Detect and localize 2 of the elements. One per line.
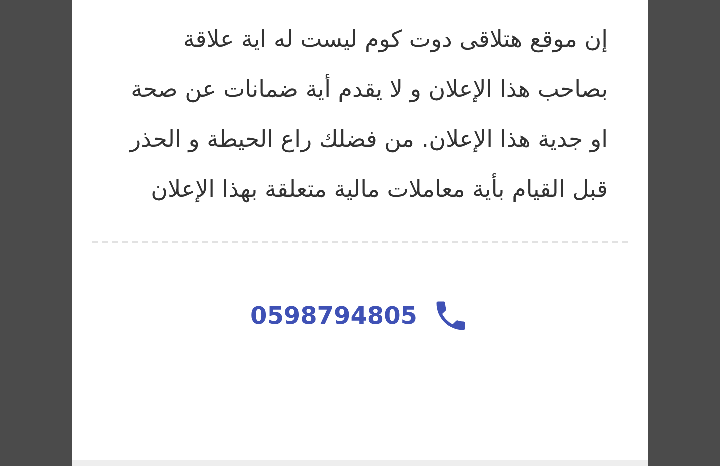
phone-link[interactable]: 0598794805 xyxy=(250,298,418,334)
disclaimer-text: إن موقع هتلاقى دوت كوم ليست له اية علاقة بصاحب هذا الإعلان و لا يقدم أية ضمانات عن صحة او جدية هذا الإعلان. من فضلك راع الحيطة و الحذر قبل القيام بأية معاملات مالية متعلقة بهذا الإعلان xyxy=(128,26,609,205)
